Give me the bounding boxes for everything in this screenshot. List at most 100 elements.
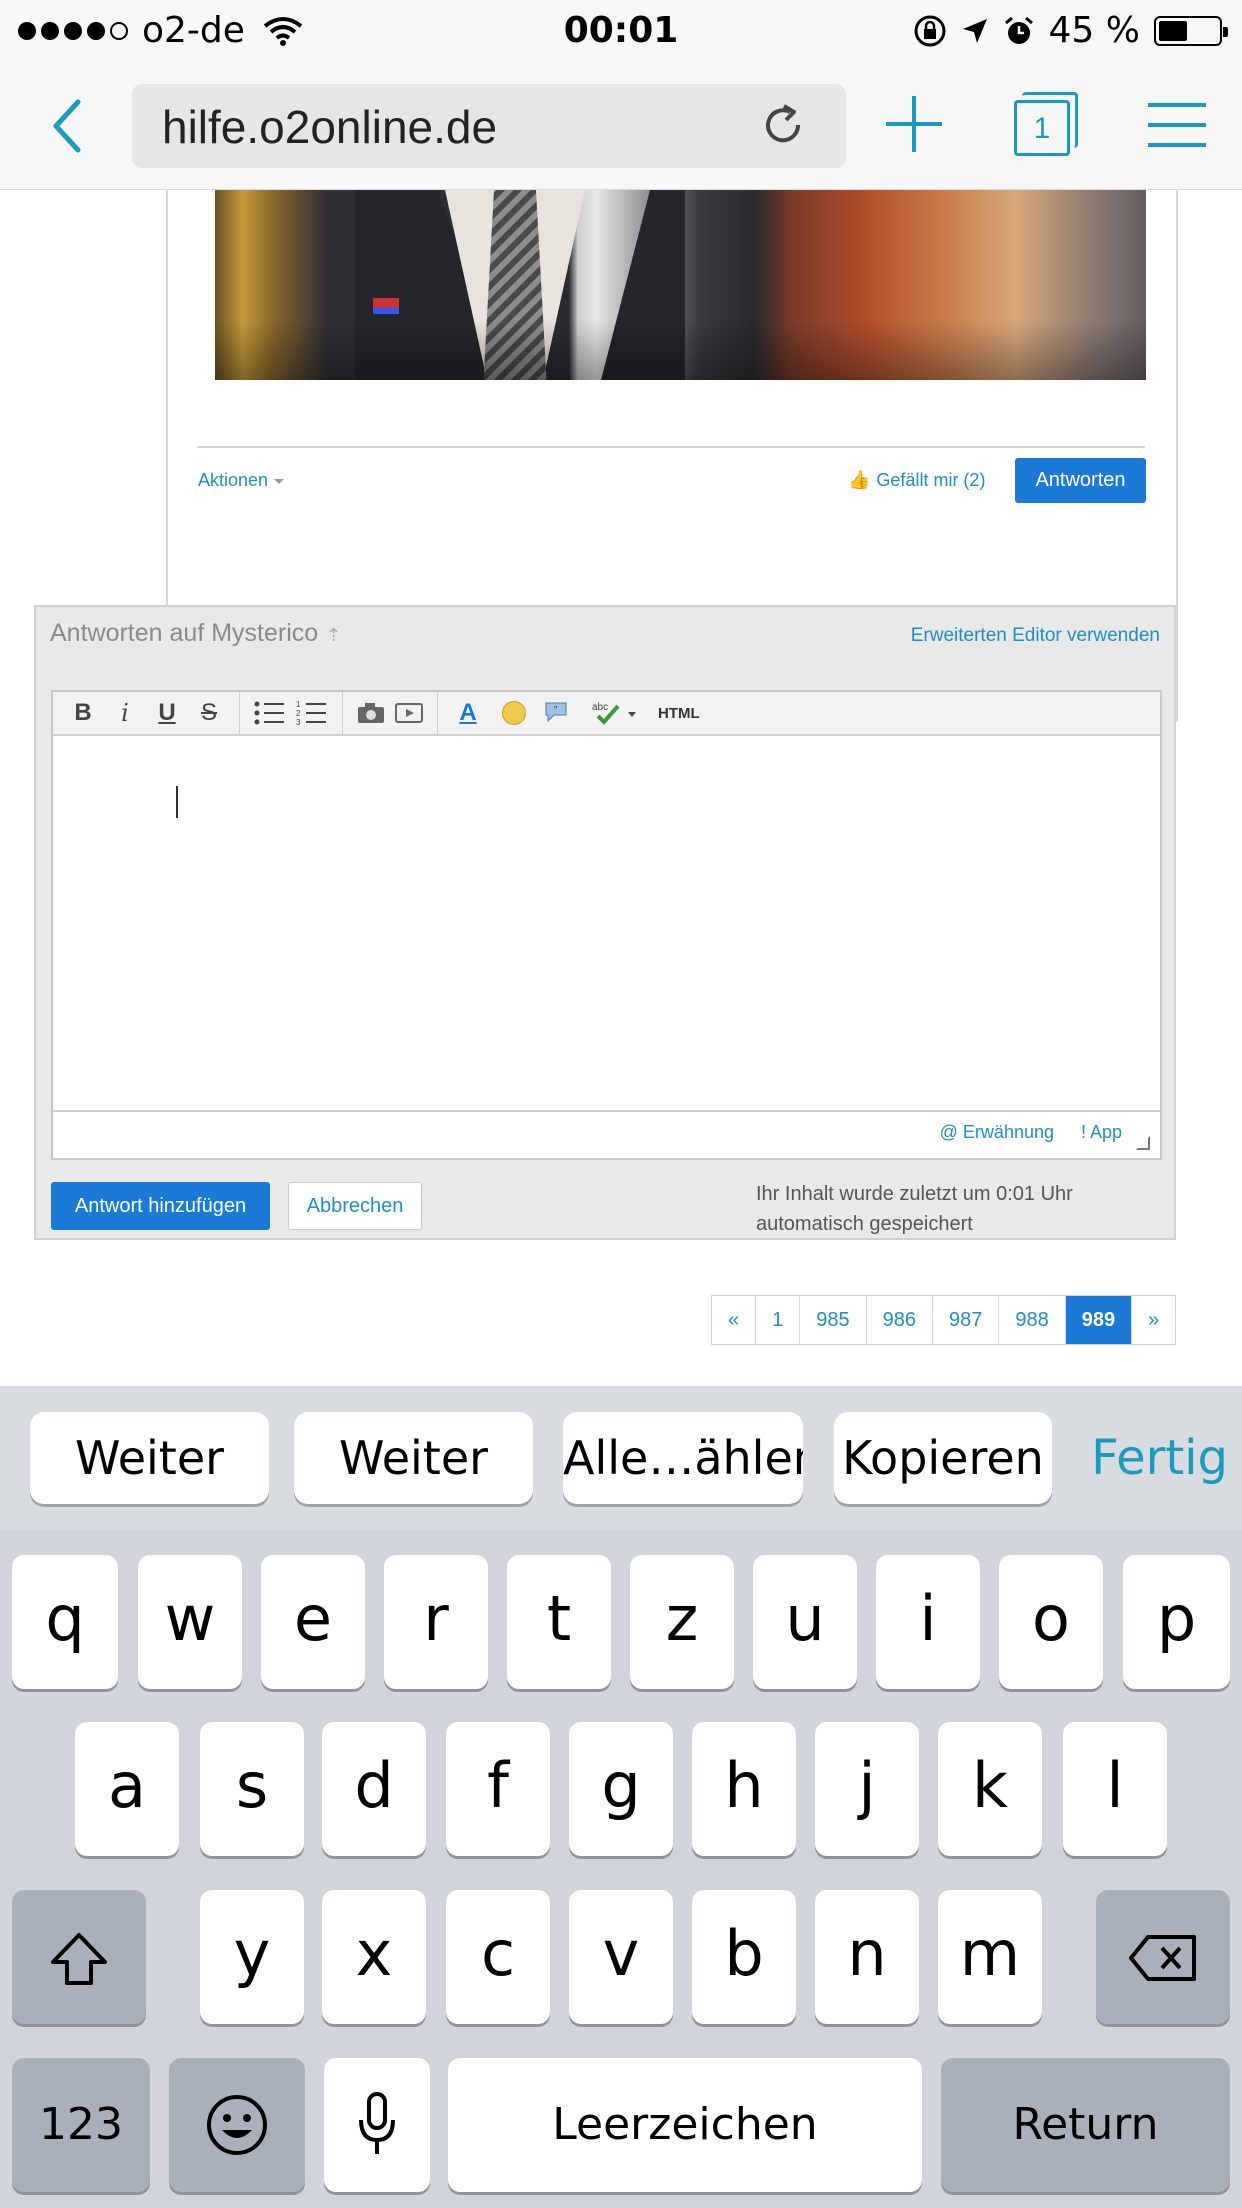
reply-title-text: Antworten auf Mysterico [50, 619, 319, 647]
keyboard-suggestion-bar: Weiter Weiter Alle…ählen Kopieren Fertig [0, 1386, 1242, 1530]
reply-title: Antworten auf Mysterico ⇡ [50, 619, 341, 648]
key-a[interactable]: a [75, 1722, 179, 1856]
bold-button[interactable]: B [67, 699, 99, 727]
key-d[interactable]: d [322, 1722, 426, 1856]
underline-button[interactable]: U [151, 699, 183, 727]
emoji-key[interactable] [169, 2058, 305, 2192]
page-prev[interactable]: « [712, 1296, 757, 1344]
key-o[interactable]: o [999, 1555, 1103, 1689]
key-n[interactable]: n [815, 1890, 919, 2024]
reload-icon[interactable] [760, 102, 806, 148]
browser-toolbar: hilfe.o2online.de 1 [0, 62, 1242, 190]
tabs-icon[interactable]: 1 [1014, 100, 1070, 156]
key-f[interactable]: f [446, 1722, 550, 1856]
key-m[interactable]: m [938, 1890, 1042, 2024]
copy-button[interactable]: Kopieren [834, 1412, 1052, 1504]
key-b[interactable]: b [692, 1890, 796, 2024]
suggestion-button[interactable]: Weiter [30, 1412, 269, 1504]
key-e[interactable]: e [261, 1555, 365, 1689]
key-h[interactable]: h [692, 1722, 796, 1856]
key-i[interactable]: i [876, 1555, 980, 1689]
page-link[interactable]: 988 [999, 1296, 1066, 1344]
quote-icon[interactable]: ” [544, 701, 574, 725]
key-t[interactable]: t [507, 1555, 611, 1689]
plus-icon[interactable] [884, 94, 944, 154]
key-s[interactable]: s [200, 1722, 304, 1856]
battery-percent: 45 % [1048, 10, 1140, 51]
spellcheck-icon[interactable]: abc [592, 700, 640, 726]
strikethrough-button[interactable]: S [193, 699, 225, 727]
done-button[interactable]: Fertig [1091, 1412, 1228, 1504]
smiley-icon [207, 2095, 267, 2155]
autosave-line-2: automatisch gespeichert [756, 1213, 973, 1235]
numbers-key[interactable]: 123 [12, 2058, 150, 2192]
resize-grip-icon[interactable] [1136, 1136, 1150, 1150]
like-label: Gefällt mir (2) [876, 470, 986, 490]
autosave-line-1: Ihr Inhalt wurde zuletzt um 0:01 Uhr [756, 1183, 1073, 1205]
svg-text:3: 3 [296, 718, 301, 726]
jump-up-icon[interactable]: ⇡ [326, 625, 341, 645]
reply-box: Antworten auf Mysterico ⇡ Erweiterten Edi… [34, 605, 1176, 1240]
add-reply-button[interactable]: Antwort hinzufügen [51, 1182, 270, 1230]
suggestion-button[interactable]: Weiter [294, 1412, 533, 1504]
emoji-icon[interactable] [502, 701, 526, 725]
mention-link[interactable]: @ Erwähnung [940, 1122, 1054, 1143]
key-x[interactable]: x [322, 1890, 426, 2024]
key-u[interactable]: u [753, 1555, 857, 1689]
thumbs-up-icon: 👍 [848, 470, 871, 490]
key-k[interactable]: k [938, 1722, 1042, 1856]
key-w[interactable]: w [138, 1555, 242, 1689]
key-r[interactable]: r [384, 1555, 488, 1689]
rich-text-editor[interactable]: B i U S 123 A ” abc HTML @ Erwähnung ! A… [51, 690, 1162, 1160]
menu-icon[interactable] [1148, 102, 1206, 148]
app-link[interactable]: ! App [1081, 1122, 1122, 1143]
key-p[interactable]: p [1123, 1555, 1230, 1689]
advanced-editor-link[interactable]: Erweiterten Editor verwenden [911, 625, 1160, 647]
microphone-icon [359, 2092, 395, 2154]
back-chevron-icon[interactable] [48, 96, 88, 156]
editor-footer: @ Erwähnung ! App [53, 1110, 1160, 1158]
location-arrow-icon [962, 18, 987, 43]
pagination: « 1 985 986 987 988 989 » [711, 1295, 1177, 1345]
key-c[interactable]: c [446, 1890, 550, 2024]
orientation-lock-icon [914, 15, 946, 46]
address-bar[interactable]: hilfe.o2online.de [132, 84, 846, 168]
cancel-button[interactable]: Abbrechen [288, 1182, 422, 1230]
key-l[interactable]: l [1063, 1722, 1167, 1856]
space-key[interactable]: Leerzeichen [448, 2058, 922, 2192]
bullet-list-icon[interactable] [254, 700, 286, 726]
key-v[interactable]: v [569, 1890, 673, 2024]
key-j[interactable]: j [815, 1722, 919, 1856]
web-content: Aktionen 👍 Gefällt mir (2) Antworten Antw… [0, 190, 1242, 1386]
svg-text:2: 2 [296, 709, 301, 718]
key-z[interactable]: z [630, 1555, 734, 1689]
key-q[interactable]: q [12, 1555, 118, 1689]
numbered-list-icon[interactable]: 123 [296, 700, 328, 726]
actions-label: Aktionen [198, 470, 269, 490]
return-key[interactable]: Return [941, 2058, 1230, 2192]
reply-button[interactable]: Antworten [1015, 458, 1146, 503]
post-divider [197, 446, 1145, 448]
select-all-button[interactable]: Alle…ählen [563, 1412, 803, 1504]
italic-button[interactable]: i [109, 699, 141, 727]
actions-dropdown[interactable]: Aktionen [198, 470, 285, 491]
page-link[interactable]: 986 [867, 1296, 933, 1344]
text-cursor [176, 786, 178, 818]
key-g[interactable]: g [569, 1722, 673, 1856]
page-link[interactable]: 985 [800, 1296, 867, 1344]
page-link[interactable]: 987 [933, 1296, 1000, 1344]
html-button[interactable]: HTML [658, 705, 700, 722]
video-icon[interactable] [395, 702, 423, 724]
page-link[interactable]: 1 [756, 1296, 801, 1344]
page-current[interactable]: 989 [1065, 1296, 1133, 1344]
camera-icon[interactable] [357, 702, 385, 724]
dictation-key[interactable] [324, 2058, 430, 2192]
key-y[interactable]: y [200, 1890, 304, 2024]
page-next[interactable]: » [1132, 1296, 1175, 1344]
backspace-key[interactable] [1096, 1890, 1230, 2024]
url-text: hilfe.o2online.de [162, 101, 498, 153]
shift-key[interactable] [12, 1890, 146, 2024]
like-link[interactable]: 👍 Gefällt mir (2) [848, 470, 985, 491]
font-style-button[interactable]: A [452, 699, 484, 727]
status-bar: o2-de 00:01 45 % [0, 0, 1242, 62]
